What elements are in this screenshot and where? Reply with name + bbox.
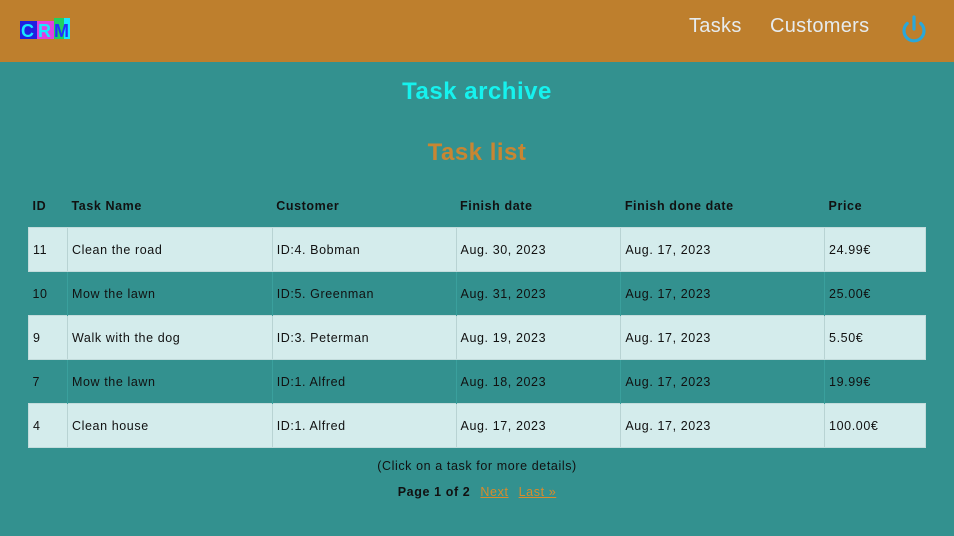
cell-price: 25.00€ xyxy=(824,271,926,316)
cell-customer: ID:5. Greenman xyxy=(271,271,457,316)
cell-id: 10 xyxy=(32,286,48,301)
details-hint: (Click on a task for more details) xyxy=(377,459,577,473)
cell-id: 9 xyxy=(28,315,68,360)
pagination-current-page: Page 1 of 2 xyxy=(397,485,471,499)
cell-price: 100.00€ xyxy=(824,403,926,448)
table-row[interactable]: 10 Mow the lawn ID:5. Greenman Aug. 31, … xyxy=(29,271,926,316)
cell-task-name: Mow the lawn xyxy=(66,359,273,404)
page-title: Task archive xyxy=(402,78,552,105)
column-header-price: Price xyxy=(828,198,863,213)
cell-task-name: Walk with the dog xyxy=(66,315,273,360)
table-row[interactable]: 7 Mow the lawn ID:1. Alfred Aug. 18, 202… xyxy=(29,359,926,404)
cell-customer: ID:3. Peterman xyxy=(271,315,457,360)
svg-text:R: R xyxy=(38,21,51,39)
pagination-next-link[interactable]: Next xyxy=(480,485,508,499)
crm-logo[interactable]: C R M xyxy=(20,18,70,39)
cell-customer: ID:1. Alfred xyxy=(271,403,457,448)
cell-task-name: Clean house xyxy=(66,403,273,448)
cell-finish-date: Aug. 19, 2023 xyxy=(455,315,621,360)
task-list-title: Task list xyxy=(427,139,527,166)
table-row[interactable]: 4 Clean house ID:1. Alfred Aug. 17, 2023… xyxy=(28,403,926,448)
column-header-customer: Customer xyxy=(276,198,340,213)
column-header-id: ID xyxy=(32,198,47,213)
table-row[interactable]: 11 Clean the road ID:4. Bobman Aug. 30, … xyxy=(28,227,926,272)
cell-finish-date: Aug. 17, 2023 xyxy=(455,403,621,448)
cell-id: 4 xyxy=(28,403,68,448)
cell-task-name: Mow the lawn xyxy=(66,271,273,316)
cell-finish-done-date: Aug. 17, 2023 xyxy=(620,403,825,448)
nav-customers-link[interactable]: Customers xyxy=(770,15,869,38)
cell-id: 11 xyxy=(28,227,68,272)
cell-finish-done-date: Aug. 17, 2023 xyxy=(620,271,825,316)
svg-text:C: C xyxy=(21,21,34,39)
cell-id: 7 xyxy=(32,374,41,389)
column-header-task-name: Task Name xyxy=(71,198,142,213)
cell-customer: ID:4. Bobman xyxy=(271,227,457,272)
nav-tasks-link[interactable]: Tasks xyxy=(689,15,742,38)
power-icon[interactable] xyxy=(899,14,929,44)
top-navbar: C R M Tasks Customers xyxy=(0,0,954,62)
cell-task-name: Clean the road xyxy=(66,227,273,272)
cell-finish-done-date: Aug. 17, 2023 xyxy=(620,227,825,272)
task-table: ID Task Name Customer Finish date Finish… xyxy=(28,184,926,448)
cell-finish-done-date: Aug. 17, 2023 xyxy=(620,359,825,404)
table-header-row: ID Task Name Customer Finish date Finish… xyxy=(29,184,926,228)
cell-price: 19.99€ xyxy=(824,359,926,404)
cell-price: 5.50€ xyxy=(824,315,926,360)
pagination: Page 1 of 2 Next Last » xyxy=(0,485,954,499)
column-header-finish-done-date: Finish done date xyxy=(624,198,734,213)
cell-finish-date: Aug. 18, 2023 xyxy=(455,359,621,404)
cell-finish-date: Aug. 30, 2023 xyxy=(455,227,621,272)
pagination-last-link[interactable]: Last » xyxy=(519,485,557,499)
column-header-finish-date: Finish date xyxy=(460,198,533,213)
table-row[interactable]: 9 Walk with the dog ID:3. Peterman Aug. … xyxy=(28,315,926,360)
svg-text:M: M xyxy=(54,21,69,39)
cell-finish-date: Aug. 31, 2023 xyxy=(455,271,621,316)
cell-price: 24.99€ xyxy=(824,227,926,272)
cell-finish-done-date: Aug. 17, 2023 xyxy=(620,315,825,360)
cell-customer: ID:1. Alfred xyxy=(271,359,457,404)
